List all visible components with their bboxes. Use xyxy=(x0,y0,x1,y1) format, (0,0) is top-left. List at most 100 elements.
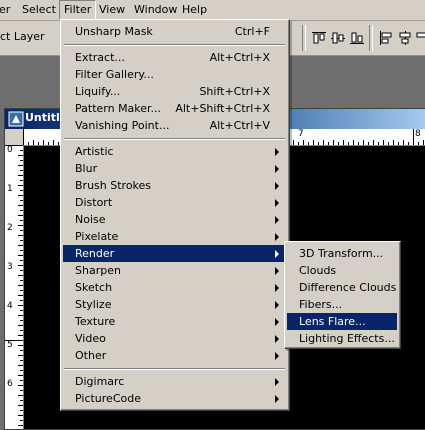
ruler-tick xyxy=(333,140,334,145)
menu-item-stylize[interactable]: Stylize xyxy=(63,296,286,313)
ruler-tick xyxy=(358,142,359,145)
ruler-tick xyxy=(18,425,23,426)
ruler-tick xyxy=(348,142,349,145)
menu-item-filter-gallery[interactable]: Filter Gallery... xyxy=(63,66,286,83)
photoshop-document-icon xyxy=(8,111,24,127)
ruler-tick xyxy=(298,142,299,145)
menu-item-picturecode[interactable]: PictureCode xyxy=(63,390,286,407)
menu-item-digimarc[interactable]: Digimarc xyxy=(63,373,286,390)
ruler-tick xyxy=(423,140,424,145)
align-horizontal-center-icon[interactable] xyxy=(397,30,413,46)
ruler-tick xyxy=(18,195,23,196)
submenu-arrow-icon xyxy=(275,267,279,275)
menu-item-lens-flare[interactable]: Lens Flare... xyxy=(287,313,397,330)
submenu-arrow-icon xyxy=(275,148,279,156)
align-top-icon[interactable] xyxy=(311,30,327,46)
ruler-number: 8 xyxy=(415,129,421,139)
menu-item-sharpen[interactable]: Sharpen xyxy=(63,262,286,279)
menu-item-fibers[interactable]: Fibers... xyxy=(287,296,397,313)
menu-item-blur[interactable]: Blur xyxy=(63,160,286,177)
render-submenu: 3D Transform... Clouds Difference Clouds… xyxy=(284,241,401,349)
menu-filter[interactable]: Filter xyxy=(59,0,97,20)
ruler-tick xyxy=(33,140,34,145)
auto-select-layer-label: ct Layer xyxy=(0,30,45,43)
menu-item-extract[interactable]: Extract... Alt+Ctrl+X xyxy=(63,49,286,66)
ruler-tick xyxy=(20,370,23,371)
ruler-tick xyxy=(20,200,23,201)
vertical-ruler[interactable]: 0 1 2 3 4 5 6 xyxy=(5,145,24,429)
ruler-tick xyxy=(18,335,23,336)
ruler-number: 2 xyxy=(7,223,13,233)
submenu-arrow-icon xyxy=(275,284,279,292)
ruler-number: 4 xyxy=(7,301,13,311)
ruler-tick xyxy=(20,420,23,421)
ruler-tick xyxy=(20,390,23,391)
ruler-tick xyxy=(18,165,23,166)
submenu-arrow-icon xyxy=(275,301,279,309)
ruler-tick xyxy=(18,285,23,286)
ruler-tick xyxy=(20,320,23,321)
menu-item-pixelate[interactable]: Pixelate xyxy=(63,228,286,245)
menu-select[interactable]: Select xyxy=(18,0,60,20)
ruler-tick xyxy=(20,380,23,381)
align-right-icon[interactable] xyxy=(414,30,425,46)
ruler-tick xyxy=(20,350,23,351)
menu-item-difference-clouds[interactable]: Difference Clouds xyxy=(287,279,397,296)
ruler-tick xyxy=(313,140,314,145)
submenu-arrow-icon xyxy=(275,335,279,343)
ruler-tick xyxy=(20,270,23,271)
ruler-tick xyxy=(20,210,23,211)
submenu-arrow-icon xyxy=(275,250,279,258)
ruler-tick xyxy=(20,360,23,361)
menu-view[interactable]: View xyxy=(95,0,129,20)
menu-layer[interactable]: er xyxy=(0,0,14,20)
ruler-tick xyxy=(308,142,309,145)
ruler-tick xyxy=(53,140,54,145)
menu-item-liquify[interactable]: Liquify... Shift+Ctrl+X xyxy=(63,83,286,100)
ruler-tick xyxy=(303,140,304,145)
menu-item-render[interactable]: Render xyxy=(63,245,286,262)
ruler-tick xyxy=(368,142,369,145)
submenu-arrow-icon xyxy=(275,352,279,360)
menu-item-clouds[interactable]: Clouds xyxy=(287,262,397,279)
menu-item-texture[interactable]: Texture xyxy=(63,313,286,330)
menu-item-unsharp-mask[interactable]: Unsharp Mask Ctrl+F xyxy=(63,23,286,40)
menu-item-sketch[interactable]: Sketch xyxy=(63,279,286,296)
submenu-arrow-icon xyxy=(275,318,279,326)
ruler-tick xyxy=(18,315,23,316)
ruler-tick xyxy=(18,345,23,346)
ruler-tick xyxy=(328,142,329,145)
menu-item-vanishing-point[interactable]: Vanishing Point... Alt+Ctrl+V xyxy=(63,117,286,134)
submenu-arrow-icon xyxy=(275,378,279,386)
menu-window[interactable]: Window xyxy=(130,0,181,20)
ruler-tick xyxy=(20,170,23,171)
filter-menu: Unsharp Mask Ctrl+F Extract... Alt+Ctrl+X … xyxy=(60,19,290,411)
menu-item-brush-strokes[interactable]: Brush Strokes xyxy=(63,177,286,194)
menu-help[interactable]: Help xyxy=(178,0,211,20)
menu-item-pattern-maker[interactable]: Pattern Maker... Alt+Shift+Ctrl+X xyxy=(63,100,286,117)
menu-item-distort[interactable]: Distort xyxy=(63,194,286,211)
align-bottom-icon[interactable] xyxy=(349,30,365,46)
menu-item-video[interactable]: Video xyxy=(63,330,286,347)
menu-item-other[interactable]: Other xyxy=(63,347,286,364)
menu-item-artistic[interactable]: Artistic xyxy=(63,143,286,160)
align-left-icon[interactable] xyxy=(378,30,394,46)
submenu-arrow-icon xyxy=(275,216,279,224)
ruler-tick xyxy=(383,140,384,145)
menu-item-noise[interactable]: Noise xyxy=(63,211,286,228)
ruler-number: 6 xyxy=(7,379,13,389)
menu-item-lighting-effects[interactable]: Lighting Effects... xyxy=(287,330,397,347)
ruler-tick xyxy=(393,140,394,145)
menu-bar: er Select Filter View Window Help xyxy=(0,0,425,21)
menu-item-3d-transform[interactable]: 3D Transform... xyxy=(287,245,397,262)
ruler-tick xyxy=(293,140,294,145)
ruler-tick xyxy=(373,140,374,145)
ruler-tick xyxy=(18,375,23,376)
ruler-tick xyxy=(18,185,23,186)
ruler-tick xyxy=(323,140,324,145)
ruler-number: 0 xyxy=(7,145,13,155)
ruler-tick xyxy=(418,142,419,145)
align-vertical-center-icon[interactable] xyxy=(330,30,346,46)
ruler-tick xyxy=(18,325,23,326)
menu-separator xyxy=(64,138,285,140)
